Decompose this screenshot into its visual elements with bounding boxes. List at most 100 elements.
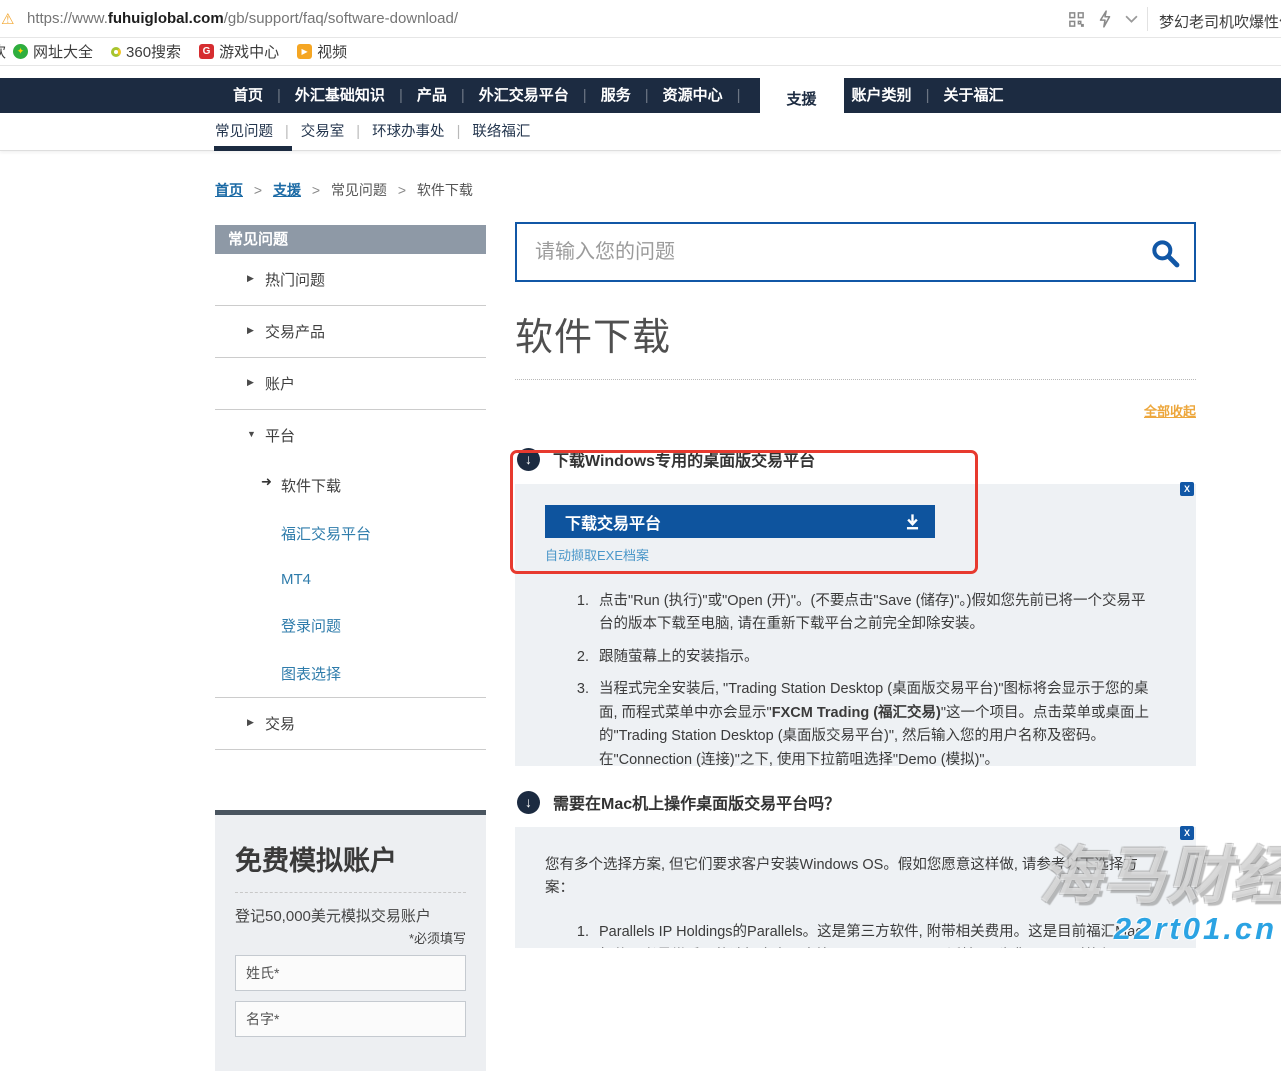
sidebar-item-software-download-active[interactable]: ➜软件下载 (215, 461, 486, 509)
subnav-separator: | (356, 124, 360, 140)
nav-item-resources[interactable]: 资源中心 (663, 78, 723, 113)
expand-triangle-icon: ▶ (247, 377, 254, 388)
nav-item-trading-platforms[interactable]: 外汇交易平台 (479, 78, 569, 113)
nav-item-account-types[interactable]: 账户类别 (852, 78, 912, 113)
lightning-icon[interactable] (1098, 10, 1112, 28)
breadcrumb-separator: > (398, 182, 406, 198)
game-center-icon: G (199, 44, 214, 59)
bookmarks-bar: 欢 ✦ 网址大全 360搜索 G 游戏中心 ▶ 视频 (0, 38, 1281, 66)
subnav-separator: | (285, 124, 289, 140)
download-icon (903, 512, 922, 531)
expand-triangle-icon: ▶ (247, 717, 254, 728)
url-field[interactable]: https://www.fuhuiglobal.com/gb/support/f… (27, 10, 458, 27)
nav-separator: | (737, 78, 741, 113)
chevron-down-icon[interactable] (1125, 15, 1138, 24)
bookmark-game-center[interactable]: G 游戏中心 (199, 41, 279, 62)
url-domain: fuhuiglobal.com (108, 10, 224, 27)
address-bar: ⚠ https://www.fuhuiglobal.com/gb/support… (0, 0, 1281, 38)
nav-separator: | (461, 78, 465, 113)
nav-item-forex-basics[interactable]: 外汇基础知识 (295, 78, 385, 113)
sidebar-item-chart-selection[interactable]: 图表选择 (215, 649, 486, 697)
nav-item-products[interactable]: 产品 (417, 78, 447, 113)
clipped-bookmark-label[interactable]: 欢 (0, 41, 6, 62)
subnav-separator: | (457, 124, 461, 140)
breadcrumb-current: 软件下载 (417, 182, 473, 198)
bookmark-label: 视频 (317, 41, 347, 62)
faq1-step-2: 跟随萤幕上的安装指示。 (593, 646, 1156, 669)
free-demo-account-box: 免费模拟账户 登记50,000美元模拟交易账户 *必须填写 (215, 810, 486, 1071)
sub-nav: 常见问题 | 交易室 | 环球办事处 | 联络福汇 (0, 113, 1281, 151)
sidebar-item-login-issues[interactable]: 登录问题 (215, 601, 486, 649)
subnav-item-faq[interactable]: 常见问题 (215, 113, 273, 151)
bookmark-wangzhi-daquan[interactable]: ✦ 网址大全 (13, 41, 93, 62)
breadcrumb-separator: > (312, 182, 320, 198)
bookmark-label: 游戏中心 (219, 41, 279, 62)
watermark-site-url: 22rt01.cn (1114, 911, 1277, 947)
download-button-label: 下载交易平台 (565, 510, 661, 534)
security-warning-icon: ⚠ (1, 10, 14, 28)
nav-item-about-fxcm[interactable]: 关于福汇 (943, 78, 1003, 113)
watermark-brand: 海马财经 (1039, 825, 1281, 915)
faq2-steps: Parallels IP Holdings的Parallels。这是第三方软件,… (545, 921, 1156, 948)
video-icon: ▶ (297, 44, 312, 59)
bookmark-label: 360搜索 (126, 41, 181, 62)
sidebar-item-account[interactable]: ▶账户 (215, 358, 486, 409)
expand-triangle-icon: ▶ (247, 273, 254, 284)
subnav-item-trading-room[interactable]: 交易室 (301, 113, 345, 151)
required-note: *必须填写 (235, 928, 466, 947)
accordion-arrow-icon: ↓ (517, 448, 540, 471)
demo-box-title: 免费模拟账户 (235, 839, 466, 893)
active-arrow-icon: ➜ (261, 474, 272, 490)
breadcrumb-faq: 常见问题 (331, 182, 387, 198)
download-platform-button[interactable]: 下载交易平台 (545, 505, 935, 538)
nav-separator: | (645, 78, 649, 113)
bookmark-360-search[interactable]: 360搜索 (111, 41, 181, 62)
url-prefix: https://www. (27, 10, 108, 27)
search-icon[interactable] (1149, 237, 1181, 274)
faq1-step-1: 点击"Run (执行)"或"Open (开)"。(不要点击"Save (储存)"… (593, 590, 1156, 637)
sidebar-item-mt4[interactable]: MT4 (215, 557, 486, 601)
nav-separator: | (277, 78, 281, 113)
url-path: /gb/support/faq/software-download/ (224, 10, 458, 27)
wangzhi-daquan-icon: ✦ (13, 44, 28, 59)
nav-separator: | (399, 78, 403, 113)
faq-sidebar: 常见问题 ▶热门问题 ▶交易产品 ▶账户 ▼平台 ➜软件下载 福汇交易平台 MT… (215, 225, 486, 1071)
demo-box-subtitle: 登记50,000美元模拟交易账户 (235, 905, 466, 926)
faq1-steps: 点击"Run (执行)"或"Open (开)"。(不要点击"Save (储存)"… (545, 590, 1156, 772)
sidebar-item-platform-expanded[interactable]: ▼平台 (215, 410, 486, 461)
sidebar-title: 常见问题 (215, 225, 486, 254)
first-name-field[interactable] (235, 1001, 466, 1037)
subnav-item-contact[interactable]: 联络福汇 (472, 113, 530, 151)
search-input[interactable] (517, 224, 1194, 280)
fxcm-trading-bold: FXCM Trading (福汇交易) (772, 705, 941, 721)
expand-triangle-icon: ▶ (247, 325, 254, 336)
faq-search-box (515, 222, 1196, 282)
apps-grid-icon[interactable] (1068, 11, 1085, 28)
sidebar-divider (215, 749, 486, 750)
faq1-question: 下载Windows专用的桌面版交易平台 (553, 447, 815, 471)
nav-item-services[interactable]: 服务 (601, 78, 631, 113)
breadcrumb: 首页 > 支援 > 常见问题 > 软件下载 (215, 180, 473, 200)
subnav-item-global-offices[interactable]: 环球办事处 (372, 113, 445, 151)
sidebar-item-trading[interactable]: ▶交易 (215, 698, 486, 749)
nav-separator: | (583, 78, 587, 113)
browser-tab-title[interactable]: 梦幻老司机吹爆性价 (1159, 11, 1281, 32)
close-icon[interactable]: X (1180, 482, 1194, 496)
bookmark-video[interactable]: ▶ 视频 (297, 41, 347, 62)
faq2-question: 需要在Mac机上操作桌面版交易平台吗？ (553, 790, 840, 814)
breadcrumb-home[interactable]: 首页 (215, 182, 243, 198)
auto-exe-link[interactable]: 自动撷取EXE档案 (545, 545, 649, 564)
breadcrumb-support[interactable]: 支援 (273, 182, 301, 198)
sidebar-item-trading-products[interactable]: ▶交易产品 (215, 306, 486, 357)
360-search-icon (111, 47, 121, 57)
collapse-all-link[interactable]: 全部收起 (515, 401, 1196, 420)
page-title: 软件下载 (515, 306, 671, 361)
nav-item-home[interactable]: 首页 (233, 78, 263, 113)
dotted-divider (515, 379, 1196, 380)
faq1-content: 下载交易平台 自动撷取EXE档案 点击"Run (执行)"或"Open (开)"… (515, 484, 1196, 766)
sidebar-item-fxcm-platform[interactable]: 福汇交易平台 (215, 509, 486, 557)
faq2-header[interactable]: ↓ 需要在Mac机上操作桌面版交易平台吗？ (517, 790, 840, 814)
faq1-header[interactable]: ↓ 下载Windows专用的桌面版交易平台 (517, 447, 815, 471)
last-name-field[interactable] (235, 955, 466, 991)
sidebar-item-hot-questions[interactable]: ▶热门问题 (215, 254, 486, 305)
